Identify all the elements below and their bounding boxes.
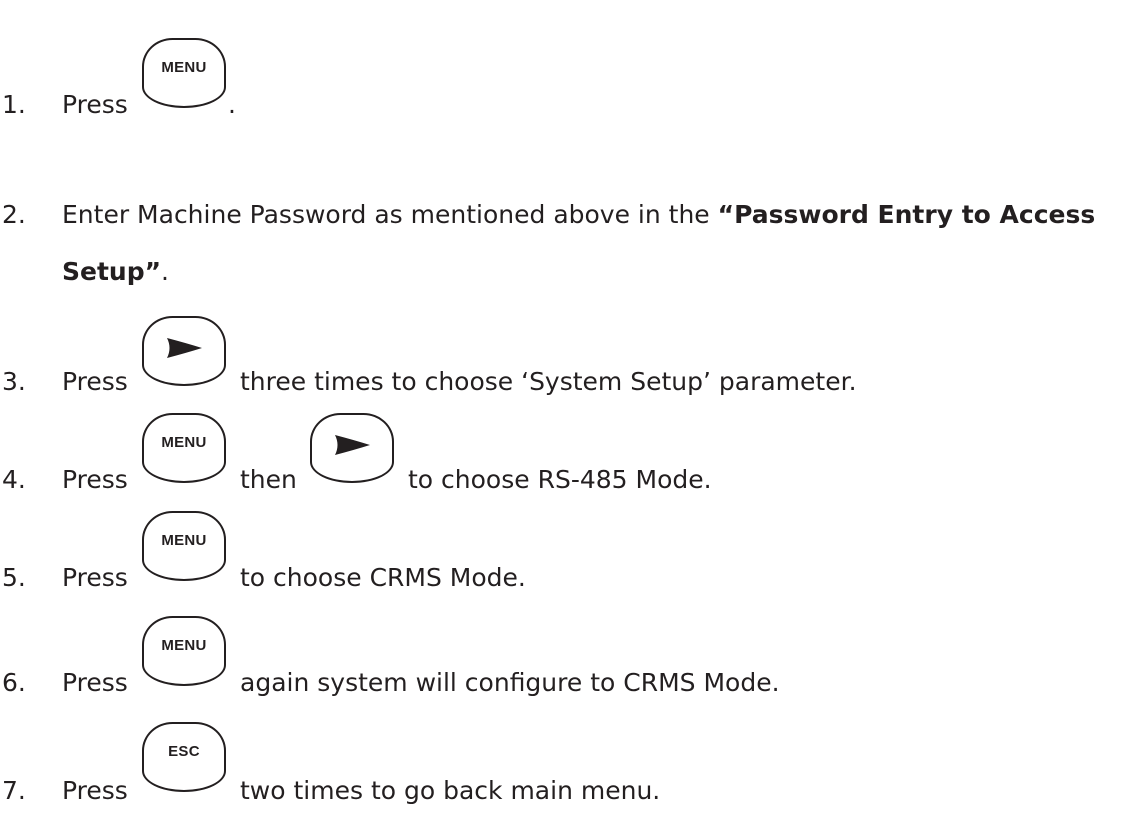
- right-arrow-key-icon: [310, 413, 394, 483]
- right-arrow-key-icon: [142, 316, 226, 386]
- step-text-before: Press: [62, 90, 128, 119]
- step-text-after: to choose RS-485 Mode.: [408, 465, 712, 494]
- menu-key-icon: MENU: [142, 511, 226, 581]
- menu-key-label: MENU: [161, 636, 207, 654]
- step-number: 6.: [2, 668, 26, 697]
- step-number: 5.: [2, 563, 26, 592]
- step-number: 2.: [2, 200, 26, 229]
- step-text-bold: “Password Entry to Access: [717, 200, 1096, 229]
- menu-key-label: MENU: [161, 531, 207, 549]
- esc-key-label: ESC: [168, 742, 200, 760]
- step-text-before: Enter Machine Password as mentioned abov…: [62, 200, 718, 229]
- step-text-after: two times to go back main menu.: [240, 776, 661, 805]
- step-text: Setup”.: [62, 257, 169, 287]
- step-text-before: Press: [62, 776, 128, 805]
- step-number: 4.: [2, 465, 26, 494]
- step-text-after: again system will configure to CRMS Mode…: [240, 668, 780, 697]
- step-text-bold: Setup”: [62, 257, 162, 286]
- instruction-document: 1. Press MENU . 2. Enter Machine Passwor…: [0, 0, 1131, 836]
- right-arrow-icon: [167, 338, 202, 358]
- step-text-before: Press: [62, 465, 128, 494]
- menu-key-icon: MENU: [142, 616, 226, 686]
- menu-key-label: MENU: [161, 433, 207, 451]
- step-text-before: Press: [62, 668, 128, 697]
- esc-key-icon: ESC: [142, 722, 226, 792]
- step-number: 7.: [2, 776, 26, 805]
- menu-key-icon: MENU: [142, 38, 226, 108]
- menu-key-label: MENU: [161, 58, 207, 76]
- step-text-after: .: [228, 90, 236, 119]
- step-text: Enter Machine Password as mentioned abov…: [62, 200, 1095, 230]
- step-text-before: Press: [62, 563, 128, 592]
- step-number: 3.: [2, 367, 26, 396]
- right-arrow-icon: [335, 435, 370, 455]
- step-text-after: to choose CRMS Mode.: [240, 563, 526, 592]
- step-text-middle: then: [240, 465, 297, 494]
- menu-key-icon: MENU: [142, 413, 226, 483]
- step-number: 1.: [2, 90, 26, 119]
- step-text-after: .: [161, 257, 169, 286]
- step-text-before: Press: [62, 367, 128, 396]
- step-text-after: three times to choose ‘System Setup’ par…: [240, 367, 857, 396]
